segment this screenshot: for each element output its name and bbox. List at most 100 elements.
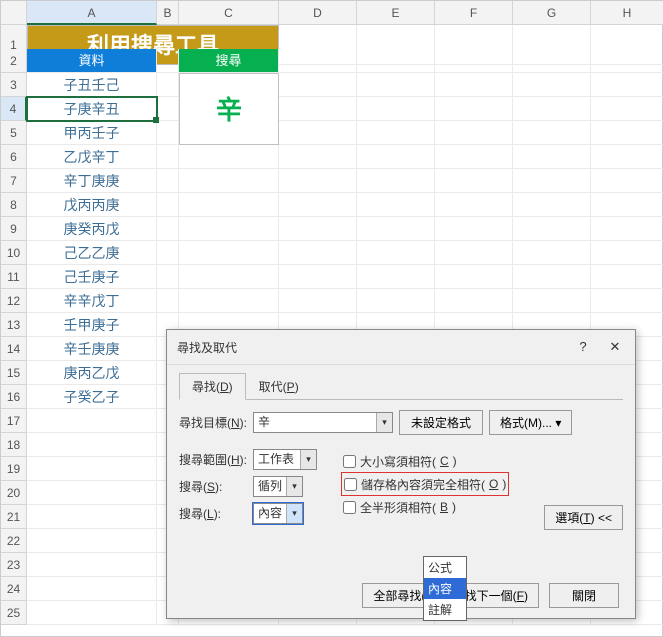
cell[interactable] (27, 577, 157, 601)
cell[interactable] (435, 169, 513, 193)
row-header[interactable]: 15 (1, 361, 27, 385)
lookin-select[interactable]: 內容▾ (253, 503, 303, 524)
close-button[interactable]: 關閉 (549, 583, 619, 608)
cell[interactable] (27, 457, 157, 481)
cell[interactable] (357, 289, 435, 313)
cell[interactable] (279, 73, 357, 97)
row-header[interactable]: 11 (1, 265, 27, 289)
row-header[interactable]: 3 (1, 73, 27, 97)
cell[interactable] (591, 217, 663, 241)
cell[interactable] (157, 217, 179, 241)
data-cell[interactable]: 子庚辛丑 (27, 97, 157, 121)
cell[interactable] (591, 193, 663, 217)
cell[interactable] (157, 169, 179, 193)
cell[interactable] (591, 145, 663, 169)
help-button[interactable]: ? (567, 336, 599, 358)
column-header[interactable]: A (27, 1, 157, 25)
dropdown-item-value[interactable]: 內容 (424, 578, 466, 599)
row-header[interactable]: 12 (1, 289, 27, 313)
cell[interactable] (357, 265, 435, 289)
row-header[interactable]: 19 (1, 457, 27, 481)
cell[interactable] (27, 481, 157, 505)
cell[interactable] (435, 97, 513, 121)
row-header[interactable]: 7 (1, 169, 27, 193)
cell[interactable] (279, 169, 357, 193)
chevron-down-icon[interactable]: ▾ (300, 450, 316, 469)
cell[interactable] (157, 49, 179, 73)
select-all-corner[interactable] (1, 1, 27, 25)
chevron-down-icon[interactable]: ▾ (376, 413, 392, 432)
cell[interactable] (27, 601, 157, 625)
cell[interactable] (279, 217, 357, 241)
row-header[interactable]: 16 (1, 385, 27, 409)
cell[interactable] (513, 73, 591, 97)
row-header[interactable]: 9 (1, 217, 27, 241)
data-cell[interactable]: 庚癸丙戊 (27, 217, 157, 241)
cell[interactable] (279, 241, 357, 265)
column-header[interactable]: D (279, 1, 357, 25)
match-entire-cell-checkbox[interactable]: 儲存格內容須完全相符(O) (341, 472, 509, 496)
cell[interactable] (435, 49, 513, 73)
cell[interactable] (513, 97, 591, 121)
dropdown-item-formula[interactable]: 公式 (424, 557, 466, 578)
row-header[interactable]: 22 (1, 529, 27, 553)
cell[interactable] (591, 265, 663, 289)
row-header[interactable]: 2 (1, 49, 27, 73)
row-header[interactable]: 8 (1, 193, 27, 217)
column-header[interactable]: G (513, 1, 591, 25)
cell[interactable] (27, 433, 157, 457)
cell[interactable] (179, 169, 279, 193)
data-cell[interactable]: 辛辛戊丁 (27, 289, 157, 313)
match-case-checkbox[interactable]: 大小寫須相符(C) (343, 449, 507, 473)
cell[interactable] (279, 265, 357, 289)
cell[interactable] (279, 97, 357, 121)
cell[interactable] (357, 193, 435, 217)
cell[interactable] (179, 265, 279, 289)
data-cell[interactable]: 子丑壬己 (27, 73, 157, 97)
cell[interactable] (435, 193, 513, 217)
cell[interactable] (435, 217, 513, 241)
row-header[interactable]: 25 (1, 601, 27, 625)
cell[interactable] (279, 145, 357, 169)
cell[interactable] (435, 289, 513, 313)
column-header[interactable]: B (157, 1, 179, 25)
cell[interactable] (357, 121, 435, 145)
cell[interactable] (157, 193, 179, 217)
no-format-button[interactable]: 未設定格式 (399, 410, 483, 435)
chevron-down-icon[interactable]: ▾ (286, 477, 302, 496)
cell[interactable] (513, 49, 591, 73)
cell[interactable] (27, 553, 157, 577)
cell[interactable] (591, 241, 663, 265)
cell[interactable] (157, 73, 179, 97)
chevron-down-icon[interactable]: ▾ (286, 504, 302, 523)
row-header[interactable]: 6 (1, 145, 27, 169)
cell[interactable] (591, 289, 663, 313)
options-toggle-button[interactable]: 選項(T) << (544, 505, 623, 530)
cell[interactable] (513, 265, 591, 289)
cell[interactable] (179, 241, 279, 265)
cell[interactable] (513, 193, 591, 217)
row-header[interactable]: 20 (1, 481, 27, 505)
row-header[interactable]: 18 (1, 433, 27, 457)
cell[interactable] (27, 529, 157, 553)
cell[interactable] (357, 73, 435, 97)
row-header[interactable]: 10 (1, 241, 27, 265)
data-cell[interactable]: 辛壬庚庚 (27, 337, 157, 361)
cell[interactable] (513, 217, 591, 241)
cell[interactable] (435, 73, 513, 97)
column-header[interactable]: E (357, 1, 435, 25)
cell[interactable] (591, 169, 663, 193)
cell[interactable] (157, 145, 179, 169)
format-button[interactable]: 格式(M)... ▾ (489, 410, 572, 435)
cell[interactable] (157, 241, 179, 265)
cell[interactable] (279, 193, 357, 217)
data-cell[interactable]: 庚丙乙戊 (27, 361, 157, 385)
cell[interactable] (435, 121, 513, 145)
cell[interactable] (513, 121, 591, 145)
data-cell[interactable]: 辛丁庚庚 (27, 169, 157, 193)
cell[interactable] (279, 121, 357, 145)
cell[interactable] (179, 193, 279, 217)
data-cell[interactable]: 壬甲庚子 (27, 313, 157, 337)
cell[interactable] (591, 97, 663, 121)
cell[interactable] (157, 121, 179, 145)
